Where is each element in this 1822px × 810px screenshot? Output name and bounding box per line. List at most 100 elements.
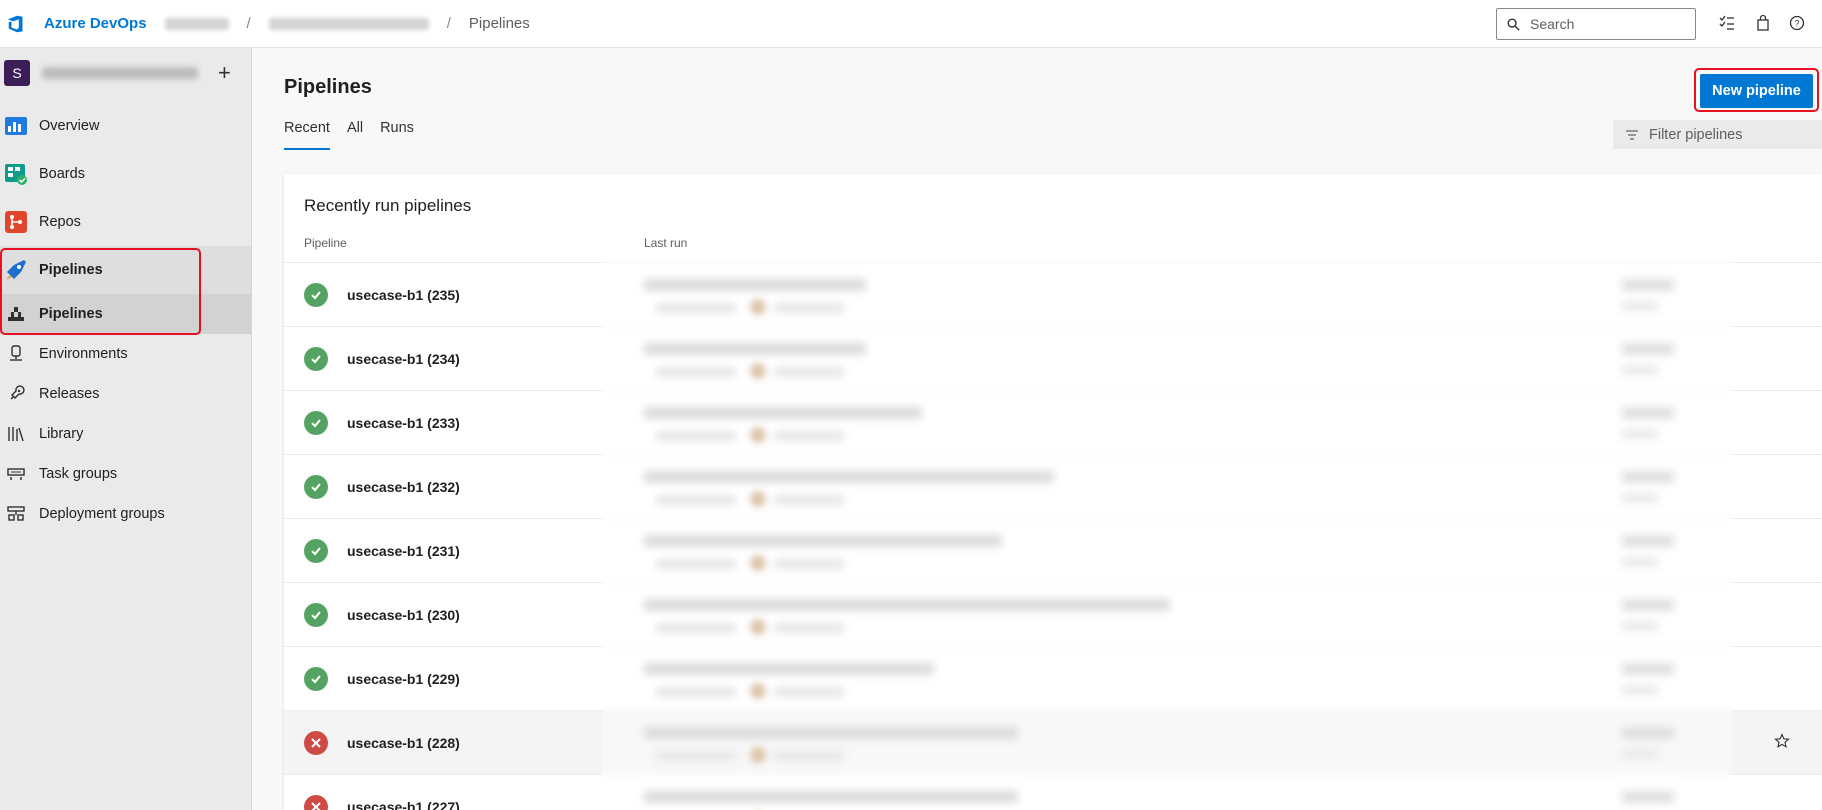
last-run-title-redacted [644,727,1018,739]
last-run-branch-redacted [774,623,844,633]
project-switcher[interactable]: S [0,48,251,98]
tab-runs[interactable]: Runs [380,120,414,150]
last-run-trigger-redacted [656,751,736,761]
pipeline-name[interactable]: usecase-b1 (234) [347,351,460,367]
filter-placeholder: Filter pipelines [1649,126,1743,143]
pipeline-name[interactable]: usecase-b1 (229) [347,671,460,687]
top-bar: Azure DevOps / / Pipelines Search ? [0,0,1822,48]
last-run-title-redacted [644,407,922,419]
sidebar-item-label: Overview [39,118,100,134]
table-row[interactable]: usecase-b1 (231) [284,518,1822,582]
last-run-branch-redacted [774,495,844,505]
overview-icon [5,117,27,135]
pipeline-name[interactable]: usecase-b1 (233) [347,415,460,431]
last-run-time-redacted [1622,727,1674,739]
table-row[interactable]: usecase-b1 (232) [284,454,1822,518]
table-row[interactable]: usecase-b1 (234) [284,326,1822,390]
sidebar-item-overview[interactable]: Overview [0,102,251,150]
sidebar-item-label: Releases [39,386,100,402]
help-icon[interactable]: ? [1788,14,1806,32]
pipeline-tabs: Recent All Runs [284,120,431,150]
recent-pipelines-card: Recently run pipelines Pipeline Last run… [284,174,1822,810]
avatar [750,683,766,699]
pipeline-name[interactable]: usecase-b1 (230) [347,607,460,623]
last-run-trigger-redacted [656,687,736,697]
pipeline-name[interactable]: usecase-b1 (228) [347,735,460,751]
favorite-star-icon[interactable] [1774,733,1790,754]
pipeline-name[interactable]: usecase-b1 (227) [347,799,460,810]
breadcrumb-project[interactable] [268,17,429,30]
pipeline-name[interactable]: usecase-b1 (232) [347,479,460,495]
azure-devops-logo-icon [7,15,23,32]
marketplace-bag-icon[interactable] [1754,14,1772,32]
success-status-icon [304,667,328,691]
table-row[interactable]: usecase-b1 (230) [284,582,1822,646]
new-pipeline-button[interactable]: New pipeline [1700,74,1813,108]
repos-icon [5,211,27,233]
brand[interactable]: Azure DevOps [6,13,147,35]
success-status-icon [304,603,328,627]
sidebar-item-repos[interactable]: Repos [0,198,251,246]
sidebar-item-label: Repos [39,214,81,230]
project-avatar: S [4,60,30,86]
table-row[interactable]: usecase-b1 (235) [284,262,1822,326]
table-row[interactable]: usecase-b1 (228) [284,710,1822,774]
sidebar: S + Overview Boards Repos Pipelines Pipe… [0,48,252,810]
failed-status-icon [304,731,328,755]
last-run-time-redacted [1622,599,1674,611]
last-run-trigger-redacted [656,367,736,377]
library-icon [8,427,24,442]
breadcrumb-organization[interactable] [164,17,229,30]
avatar [750,619,766,635]
last-run-title-redacted [644,599,1170,611]
last-run-trigger-redacted [656,303,736,313]
pipeline-name[interactable]: usecase-b1 (235) [347,287,460,303]
last-run-time-redacted [1622,343,1674,355]
search-placeholder: Search [1530,16,1575,32]
last-run-title-redacted [644,279,866,291]
search-input[interactable]: Search [1496,8,1696,40]
last-run-branch-redacted [774,367,844,377]
last-run-title-redacted [644,471,1054,483]
table-row[interactable]: usecase-b1 (227) [284,774,1822,810]
releases-icon [10,385,25,400]
sidebar-item-label: Task groups [39,466,118,482]
sidebar-item-library[interactable]: Library [0,414,251,454]
last-run-duration-redacted [1622,365,1658,375]
page-title: Pipelines [284,76,372,98]
add-icon[interactable]: + [218,60,231,86]
success-status-icon [304,475,328,499]
breadcrumb-current[interactable]: Pipelines [469,15,530,32]
sidebar-item-deployment-groups[interactable]: Deployment groups [0,494,251,534]
brand-text: Azure DevOps [44,15,147,32]
sidebar-item-boards[interactable]: Boards [0,150,251,198]
pipeline-name[interactable]: usecase-b1 (231) [347,543,460,559]
tab-all[interactable]: All [347,120,363,150]
last-run-branch-redacted [774,303,844,313]
project-name [42,67,198,79]
last-run-duration-redacted [1622,557,1658,567]
last-run-title-redacted [644,791,1018,803]
sidebar-item-releases[interactable]: Releases [0,374,251,414]
boards-icon [5,164,27,185]
last-run-trigger-redacted [656,495,736,505]
success-status-icon [304,283,328,307]
last-run-time-redacted [1622,663,1674,675]
sidebar-item-environments[interactable]: Environments [0,334,251,374]
tab-recent[interactable]: Recent [284,120,330,150]
task-list-icon[interactable] [1718,14,1736,32]
last-run-trigger-redacted [656,431,736,441]
environments-icon [10,345,22,361]
svg-text:?: ? [1794,19,1799,29]
filter-pipelines-input[interactable]: Filter pipelines [1613,120,1822,149]
last-run-duration-redacted [1622,685,1658,695]
last-run-duration-redacted [1622,429,1658,439]
breadcrumb-separator: / [246,15,251,32]
last-run-title-redacted [644,663,934,675]
sidebar-item-task-groups[interactable]: Task groups [0,454,251,494]
table-row[interactable]: usecase-b1 (229) [284,646,1822,710]
pipeline-list: usecase-b1 (235) usecase-b1 (234) usecase-… [284,262,1822,810]
avatar [750,747,766,763]
table-row[interactable]: usecase-b1 (233) [284,390,1822,454]
search-icon [1507,18,1520,31]
